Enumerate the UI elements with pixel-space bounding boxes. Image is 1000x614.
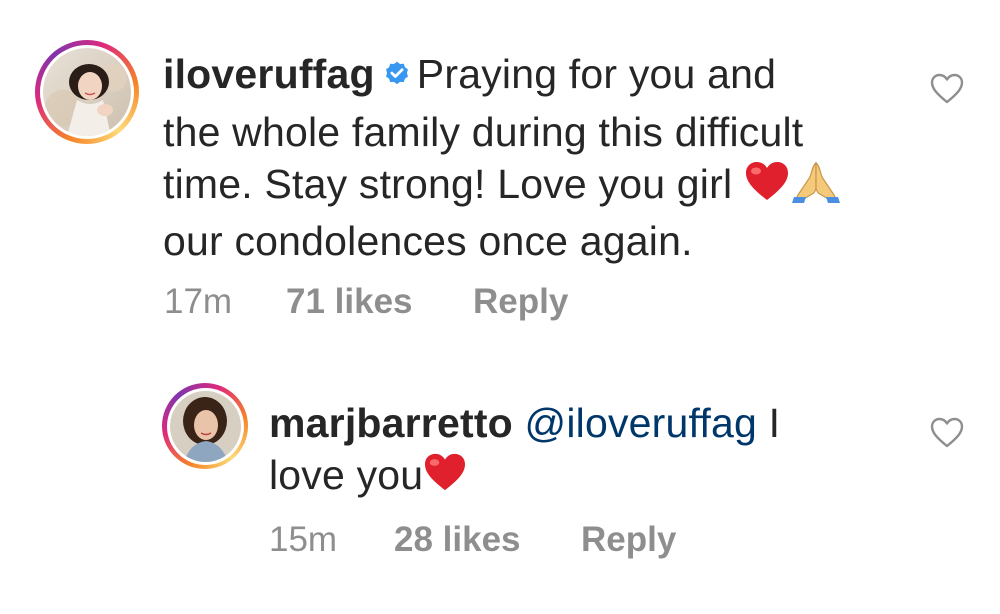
comment-text: iloveruffag Praying for you and the whole…: [163, 48, 903, 267]
comment-line-2: the whole family during this difficult: [163, 109, 804, 156]
reply-timestamp: 15m: [269, 520, 338, 559]
avatar-story-ring[interactable]: [162, 383, 248, 469]
comment-timestamp: 17m: [164, 282, 233, 321]
like-heart-icon[interactable]: [930, 417, 964, 449]
comment-line-3: time. Stay strong! Love you girl: [163, 158, 903, 215]
comment-line-4: our condolences once again.: [163, 218, 693, 265]
avatar-story-ring[interactable]: [35, 40, 139, 144]
comment-iloveruffag: iloveruffag Praying for you and the whole…: [0, 0, 1000, 340]
avatar-marjbarretto[interactable]: [169, 390, 241, 462]
verified-badge-icon: [383, 48, 411, 100]
comment-text-line-3: time. Stay strong! Love you girl: [163, 161, 733, 208]
folded-hands-emoji-icon: [790, 159, 842, 215]
reply-line-2: love you: [269, 449, 889, 504]
reply-text-line-2: love you: [269, 452, 424, 498]
reply-button[interactable]: Reply: [473, 282, 568, 322]
reply-text: marjbarretto @iloveruffag I love you: [269, 397, 889, 504]
reply-line-1: marjbarretto @iloveruffag I: [269, 397, 889, 449]
comment-marjbarretto: marjbarretto @iloveruffag I love you 15m…: [0, 340, 1000, 614]
red-heart-emoji-icon: [744, 160, 790, 214]
username-link[interactable]: iloveruffag: [163, 51, 375, 97]
comment-text-line-1: Praying for you and: [416, 51, 777, 97]
comment-line-1: iloveruffag Praying for you and: [163, 48, 903, 106]
comment-meta: 17m 71 likes Reply: [164, 282, 568, 322]
like-heart-icon[interactable]: [930, 73, 964, 105]
reply-text-line-1: I: [768, 400, 781, 446]
mention-link[interactable]: @iloveruffag: [525, 400, 757, 446]
red-heart-emoji-icon: [423, 452, 467, 504]
username-link[interactable]: marjbarretto: [269, 400, 513, 446]
avatar-iloveruffag[interactable]: [43, 48, 131, 136]
reply-button[interactable]: Reply: [581, 520, 676, 560]
reply-meta: 15m 28 likes Reply: [269, 520, 676, 560]
likes-count[interactable]: 71 likes: [286, 282, 473, 322]
likes-count[interactable]: 28 likes: [394, 520, 581, 560]
